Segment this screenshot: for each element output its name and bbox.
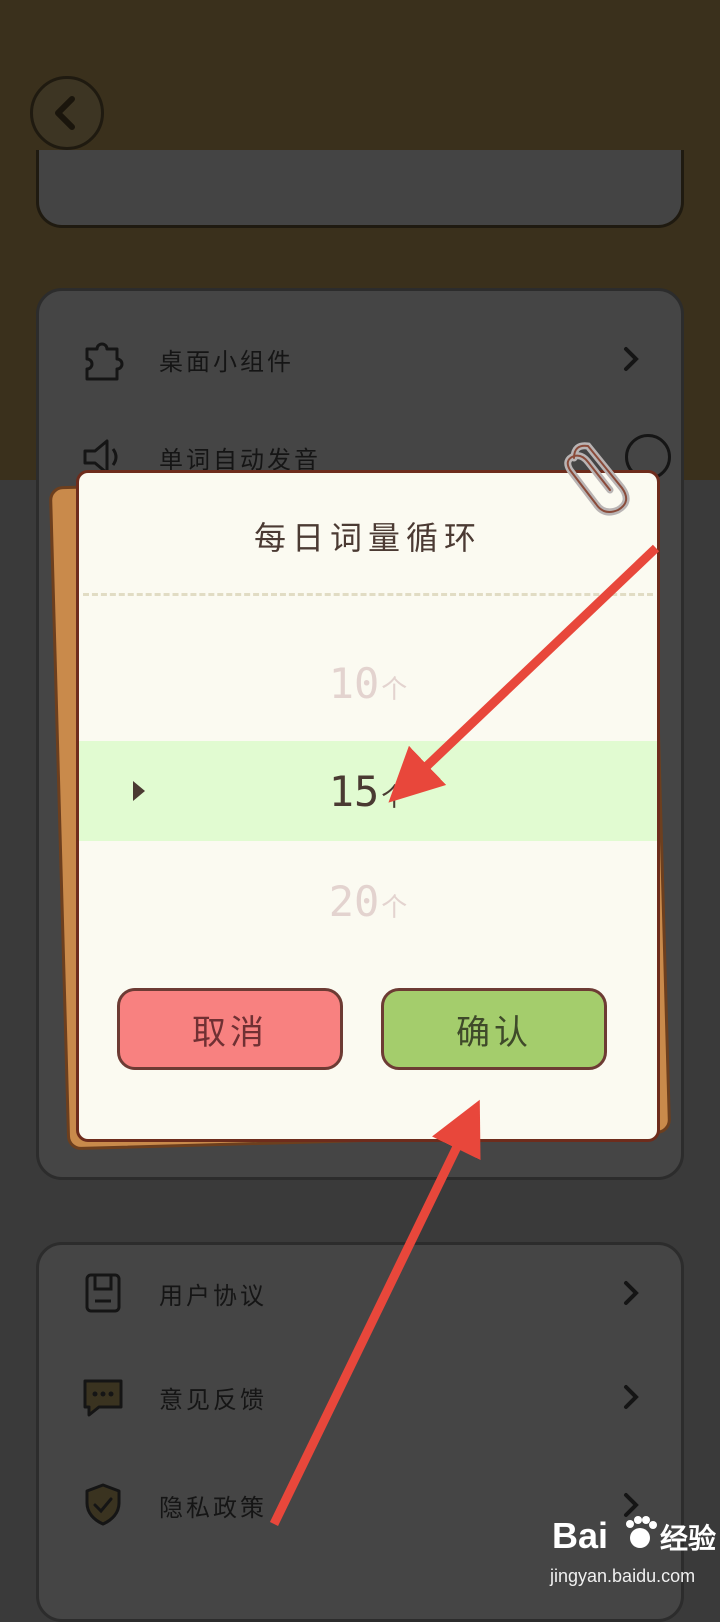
cancel-button[interactable]: 取消 <box>117 988 343 1070</box>
option-unit: 个 <box>381 892 408 923</box>
watermark-url: jingyan.baidu.com <box>549 1566 695 1586</box>
settings-row-widget[interactable]: 桌面小组件 <box>39 319 681 399</box>
feedback-label: 意见反馈 <box>159 1385 267 1414</box>
back-icon <box>55 96 75 130</box>
puzzle-icon <box>85 342 124 381</box>
option-unit: 个 <box>381 674 408 705</box>
option-value: 10 <box>328 658 380 708</box>
user-agreement-label: 用户协议 <box>159 1281 267 1310</box>
confirm-button[interactable]: 确认 <box>381 988 607 1070</box>
daily-word-count-dialog: 每日词量循环 10 个 15 个 20 个 取消 确认 <box>76 470 660 1142</box>
selection-pointer-icon <box>133 781 145 801</box>
back-button[interactable] <box>30 76 104 150</box>
chevron-right-icon <box>624 1385 639 1409</box>
chevron-right-icon <box>624 1281 639 1305</box>
paw-icon <box>626 1516 657 1548</box>
option-value: 15 <box>328 766 380 816</box>
dialog-divider <box>83 593 653 596</box>
paperclip-icon <box>564 442 630 516</box>
watermark-brand-suffix: 经验 <box>660 1522 716 1555</box>
option-value: 20 <box>328 876 380 926</box>
settings-row-feedback[interactable]: 意见反馈 <box>39 1357 681 1437</box>
profile-card <box>36 150 684 228</box>
picker-option[interactable]: 20 个 <box>79 851 657 951</box>
baidu-jingyan-watermark: Bai 经验 jingyan.baidu.com <box>549 1515 716 1586</box>
settings-row-user-agreement[interactable]: 用户协议 <box>39 1253 681 1333</box>
document-icon <box>85 1273 121 1313</box>
option-unit: 个 <box>381 782 408 813</box>
shield-icon <box>85 1483 121 1526</box>
widget-label: 桌面小组件 <box>159 347 294 376</box>
privacy-label: 隐私政策 <box>159 1493 267 1522</box>
watermark-brand: Bai <box>552 1515 608 1556</box>
chat-icon <box>83 1379 123 1417</box>
picker-option-selected[interactable]: 15 个 <box>79 741 657 841</box>
chevron-right-icon <box>624 347 639 371</box>
picker-option[interactable]: 10 个 <box>79 633 657 733</box>
